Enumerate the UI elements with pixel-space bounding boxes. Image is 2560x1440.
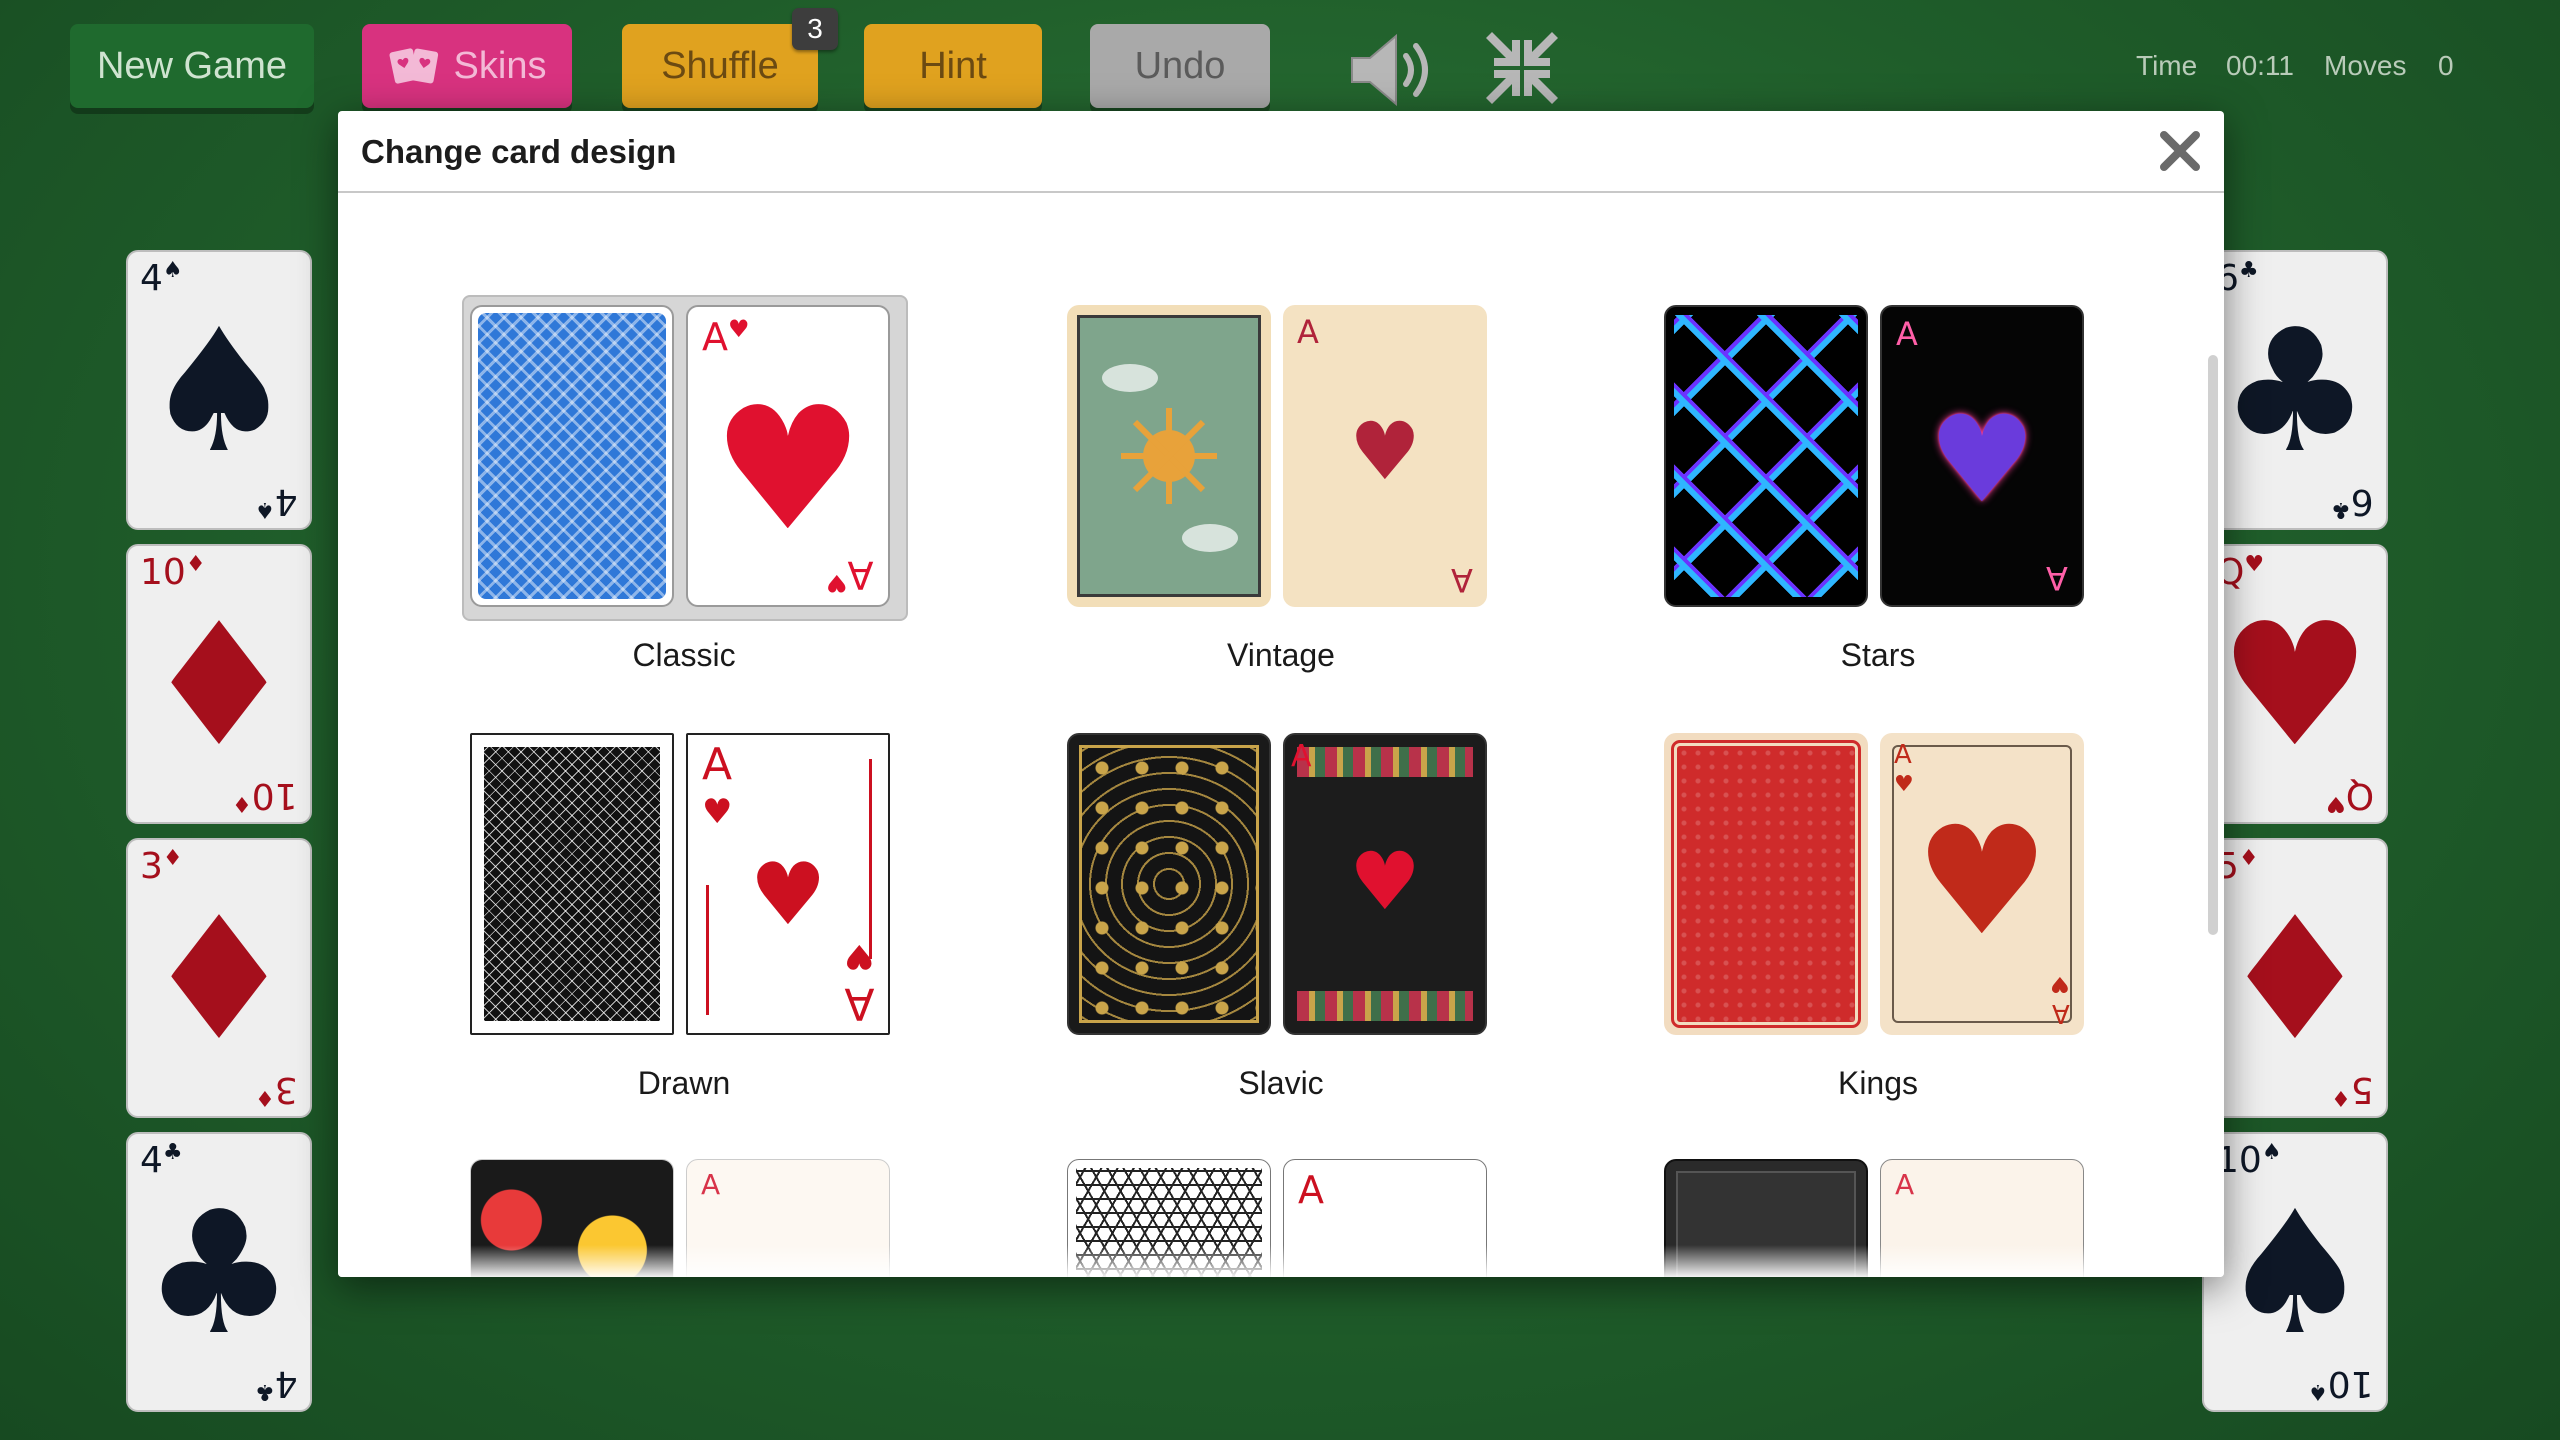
card-face-preview: A♥ ♥ A♥	[1880, 733, 2084, 1035]
time-label: Time	[2136, 50, 2198, 81]
design-label: Vintage	[1227, 637, 1335, 673]
sound-icon[interactable]	[1346, 28, 1438, 112]
scroll-fade	[338, 1245, 2224, 1277]
card-face-preview: A ♥ A	[1880, 305, 2084, 607]
playing-card[interactable]: 10♦ ♦ 10♦	[126, 544, 312, 824]
card-back-preview	[1067, 733, 1271, 1035]
card-face-preview: A ♥ A	[1283, 305, 1487, 607]
design-label: Kings	[1837, 1065, 1919, 1101]
card-face-preview: A ♥	[1283, 733, 1487, 1035]
design-option-slavic[interactable]: A ♥ Slavic	[1061, 733, 1501, 1101]
playing-card[interactable]: 3♦ ♦ 3♦	[126, 838, 312, 1118]
playing-card[interactable]: Q♥ ♥ Q♥	[2202, 544, 2388, 824]
hint-button[interactable]: Hint	[864, 24, 1042, 108]
card-back-preview	[1664, 733, 1868, 1035]
playing-card[interactable]: 6♣ ♣ 6♣	[2202, 250, 2388, 530]
design-option-drawn[interactable]: A ♥ ♥ A ♥ Drawn	[464, 733, 904, 1101]
playing-card[interactable]: 10♠ ♠ 10♠	[2202, 1132, 2388, 1412]
card-face-preview: A♥ ♥ A♥	[686, 733, 890, 1035]
design-option-vintage[interactable]: A ♥ A Vintage	[1061, 305, 1501, 673]
card-face-preview: A♥ ♥ A♥	[686, 305, 890, 607]
shuffle-count-badge: 3	[792, 8, 838, 50]
top-toolbar: New Game Skins Shuffle 3 Hint Undo Time …	[0, 0, 2560, 115]
scrollbar[interactable]	[2208, 355, 2218, 935]
playing-card[interactable]: 4♣ ♣ 4♣	[126, 1132, 312, 1412]
shuffle-button[interactable]: Shuffle	[622, 24, 818, 108]
design-label: Stars	[1840, 637, 1916, 673]
card-back-preview	[470, 305, 674, 607]
playing-card[interactable]: 5♦ ♦ 5♦	[2202, 838, 2388, 1118]
card-back-preview	[470, 733, 674, 1035]
dialog-title: Change card design	[361, 133, 677, 170]
card-back-preview	[1664, 305, 1868, 607]
change-card-design-dialog: Change card design A♥ ♥ A♥ Classic A ♥ A…	[338, 111, 2224, 1277]
design-label: Slavic	[1238, 1065, 1324, 1101]
skins-button[interactable]: Skins	[362, 24, 572, 108]
moves-label: Moves	[2324, 50, 2407, 81]
design-label: Drawn	[637, 1065, 731, 1101]
dialog-header: Change card design	[338, 111, 2224, 193]
exit-fullscreen-icon[interactable]	[1484, 30, 1560, 106]
time-value: 00:11	[2226, 50, 2294, 81]
design-option-kings[interactable]: A ♥ ♥ A ♥ Kings	[1658, 733, 2098, 1101]
undo-button[interactable]: Undo	[1090, 24, 1270, 108]
new-game-button[interactable]: New Game	[70, 24, 314, 108]
playing-card[interactable]: 4♠ ♠ 4♠	[126, 250, 312, 530]
design-option-classic[interactable]: A♥ ♥ A♥ Classic	[462, 295, 908, 673]
design-option-stars[interactable]: A ♥ A Stars	[1658, 305, 2098, 673]
cards-icon	[389, 48, 438, 84]
close-icon[interactable]	[2156, 127, 2204, 175]
moves-value: 0	[2438, 50, 2454, 81]
card-back-preview	[1067, 305, 1271, 607]
design-label: Classic	[632, 637, 736, 673]
design-grid: A♥ ♥ A♥ Classic A ♥ A Vintage A ♥ A Star…	[338, 195, 2224, 1277]
skins-label: Skins	[453, 44, 547, 87]
